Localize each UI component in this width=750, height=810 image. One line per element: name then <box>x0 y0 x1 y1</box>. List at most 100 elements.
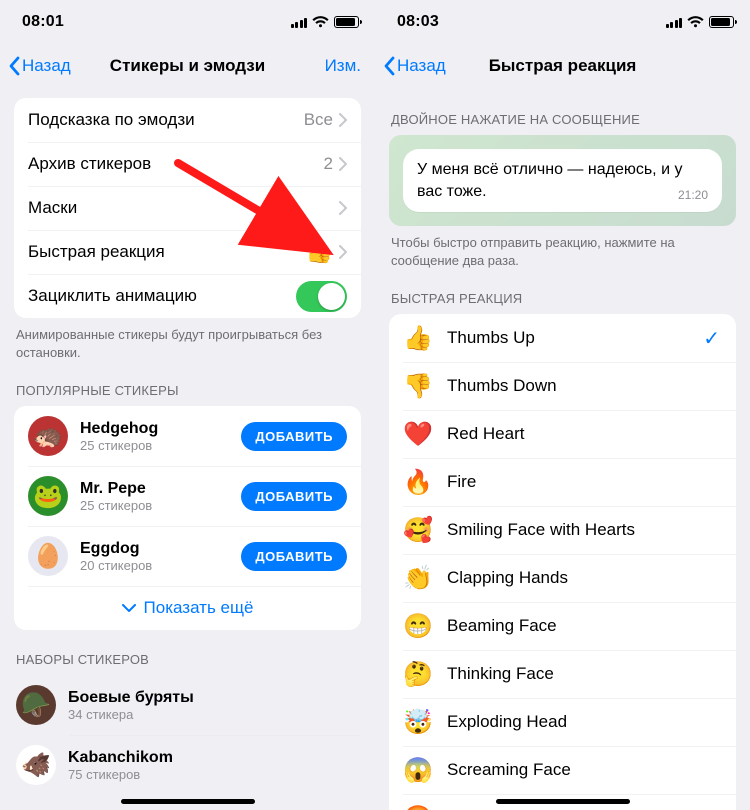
reaction-label: Fire <box>447 472 722 492</box>
sticker-count: 25 стикеров <box>80 438 229 454</box>
reaction-emoji: 🤯 <box>403 708 433 737</box>
home-indicator <box>121 799 255 804</box>
reaction-option[interactable]: 😱 Screaming Face <box>389 746 736 794</box>
sticker-sets-header: НАБОРЫ СТИКЕРОВ <box>0 630 375 675</box>
status-bar: 08:01 <box>0 0 375 44</box>
home-indicator <box>496 799 630 804</box>
reaction-option[interactable]: 👍 Thumbs Up ✓ <box>389 314 736 362</box>
sticker-name: Боевые буряты <box>68 688 347 707</box>
row-emoji-suggestions[interactable]: Подсказка по эмодзи Все <box>14 98 361 142</box>
popular-sticker-row[interactable]: 🦔 Hedgehog25 стикеров ДОБАВИТЬ <box>14 406 361 466</box>
reaction-label: Thumbs Down <box>447 376 722 396</box>
popular-stickers-group: 🦔Hedgehog25 стикеровДОБАВИТЬ🐸Mr. Pepe25 … <box>14 406 361 630</box>
sticker-thumb: 🪖 <box>16 685 56 725</box>
chevron-left-icon <box>8 56 20 76</box>
loop-footnote: Анимированные стикеры будут проигрыватьс… <box>0 318 375 361</box>
reaction-label: Clapping Hands <box>447 568 722 588</box>
reaction-emoji: 🤔 <box>403 660 433 689</box>
screen-quick-reaction: 08:03 Назад Быстрая реакция ДВОЙНОЕ НАЖА… <box>375 0 750 810</box>
loop-animation-toggle[interactable] <box>296 281 347 312</box>
reaction-option[interactable]: 🤔Thinking Face <box>389 650 736 698</box>
chevron-right-icon <box>339 157 347 171</box>
chevron-down-icon <box>122 604 136 613</box>
sticker-name: Kabanchikom <box>68 748 347 767</box>
reaction-label: Exploding Head <box>447 712 722 732</box>
chevron-right-icon <box>339 245 347 259</box>
reaction-emoji: 👍 <box>403 324 433 353</box>
wifi-icon <box>687 16 704 28</box>
edit-button[interactable]: Изм. <box>325 56 361 76</box>
cellular-icon <box>291 16 308 28</box>
reaction-label: Thumbs Up <box>447 328 689 348</box>
sticker-set-row[interactable]: 🪖Боевые буряты34 стикера <box>14 675 361 735</box>
reaction-emoji: ❤️ <box>403 420 433 449</box>
screen-stickers-and-emoji: 08:01 Назад Стикеры и эмодзи Изм. Подска… <box>0 0 375 810</box>
reaction-option[interactable]: 😁 Beaming Face <box>389 602 736 650</box>
add-sticker-button[interactable]: ДОБАВИТЬ <box>241 542 347 571</box>
reaction-option[interactable]: 🥰 Smiling Face with Hearts <box>389 506 736 554</box>
popular-stickers-header: ПОПУЛЯРНЫЕ СТИКЕРЫ <box>0 361 375 406</box>
back-button[interactable]: Назад <box>0 56 71 76</box>
reaction-option[interactable]: 👏 Clapping Hands <box>389 554 736 602</box>
reaction-option[interactable]: ❤️ Red Heart <box>389 410 736 458</box>
sticker-count: 20 стикеров <box>80 558 229 574</box>
quick-reaction-header: БЫСТРАЯ РЕАКЦИЯ <box>375 269 750 314</box>
wifi-icon <box>312 16 329 28</box>
popular-sticker-row[interactable]: 🥚 Eggdog20 стикеров ДОБАВИТЬ <box>14 526 361 586</box>
reaction-emoji: 😁 <box>403 612 433 641</box>
status-time: 08:01 <box>22 13 64 31</box>
quick-reaction-emoji: 👍 <box>306 239 333 265</box>
add-sticker-button[interactable]: ДОБАВИТЬ <box>241 482 347 511</box>
reaction-option[interactable]: 🤯 Exploding Head <box>389 698 736 746</box>
reaction-emoji: 🥰 <box>403 516 433 545</box>
add-sticker-button[interactable]: ДОБАВИТЬ <box>241 422 347 451</box>
preview-message-bubble[interactable]: У меня всё отлично — надеюсь, и у вас то… <box>403 149 722 212</box>
reaction-emoji: 🤬 <box>403 804 433 810</box>
show-more-button[interactable]: Показать ещё <box>14 586 361 630</box>
status-time: 08:03 <box>397 13 439 31</box>
chevron-right-icon <box>339 201 347 215</box>
sticker-thumb: 🦔 <box>28 416 68 456</box>
reaction-emoji: 😱 <box>403 756 433 785</box>
reaction-label: Beaming Face <box>447 616 722 636</box>
sticker-thumb: 🐗 <box>16 745 56 785</box>
chat-preview: У меня всё отлично — надеюсь, и у вас то… <box>389 135 736 226</box>
settings-group-main: Подсказка по эмодзи Все Архив стикеров 2… <box>14 98 361 318</box>
nav-bar: Назад Быстрая реакция <box>375 44 750 88</box>
reaction-option[interactable]: 🔥 Fire <box>389 458 736 506</box>
popular-sticker-row[interactable]: 🐸 Mr. Pepe25 стикеров ДОБАВИТЬ <box>14 466 361 526</box>
reaction-emoji: 🔥 <box>403 468 433 497</box>
back-label: Назад <box>22 56 71 76</box>
chevron-left-icon <box>383 56 395 76</box>
cellular-icon <box>666 16 683 28</box>
sticker-thumb: 🥚 <box>28 536 68 576</box>
sticker-name: Eggdog <box>80 539 229 558</box>
reaction-label: Red Heart <box>447 424 722 444</box>
double-tap-footnote: Чтобы быстро отправить реакцию, нажмите … <box>375 226 750 269</box>
sticker-thumb: 🐸 <box>28 476 68 516</box>
row-sticker-archive[interactable]: Архив стикеров 2 <box>14 142 361 186</box>
reactions-group: 👍 Thumbs Up ✓ 👎 Thumbs Down ❤️ Red Heart 🔥 Fire 🥰… <box>389 314 736 810</box>
reaction-emoji: 👎 <box>403 372 433 401</box>
nav-bar: Назад Стикеры и эмодзи Изм. <box>0 44 375 88</box>
reaction-label: Screaming Face <box>447 760 722 780</box>
checkmark-icon: ✓ <box>703 326 722 351</box>
bubble-timestamp: 21:20 <box>678 187 708 203</box>
row-loop-animation: Зациклить анимацию <box>14 274 361 318</box>
sticker-count: 25 стикеров <box>80 498 229 514</box>
reaction-emoji: 👏 <box>403 564 433 593</box>
double-tap-header: ДВОЙНОЕ НАЖАТИЕ НА СООБЩЕНИЕ <box>375 98 750 135</box>
reaction-label: Smiling Face with Hearts <box>447 520 722 540</box>
sticker-set-row[interactable]: 🐗Kabanchikom75 стикеров <box>14 735 361 795</box>
bubble-text: У меня всё отлично — надеюсь, и у вас то… <box>417 161 682 200</box>
row-masks[interactable]: Маски <box>14 186 361 230</box>
sticker-name: Mr. Pepe <box>80 479 229 498</box>
row-quick-reaction[interactable]: Быстрая реакция 👍 <box>14 230 361 274</box>
chevron-right-icon <box>339 113 347 127</box>
back-label: Назад <box>397 56 446 76</box>
sticker-sets-group: 🪖Боевые буряты34 стикера🐗Kabanchikom75 с… <box>14 675 361 795</box>
sticker-name: Hedgehog <box>80 419 229 438</box>
back-button[interactable]: Назад <box>375 56 446 76</box>
battery-icon <box>334 16 359 28</box>
reaction-option[interactable]: 👎 Thumbs Down <box>389 362 736 410</box>
